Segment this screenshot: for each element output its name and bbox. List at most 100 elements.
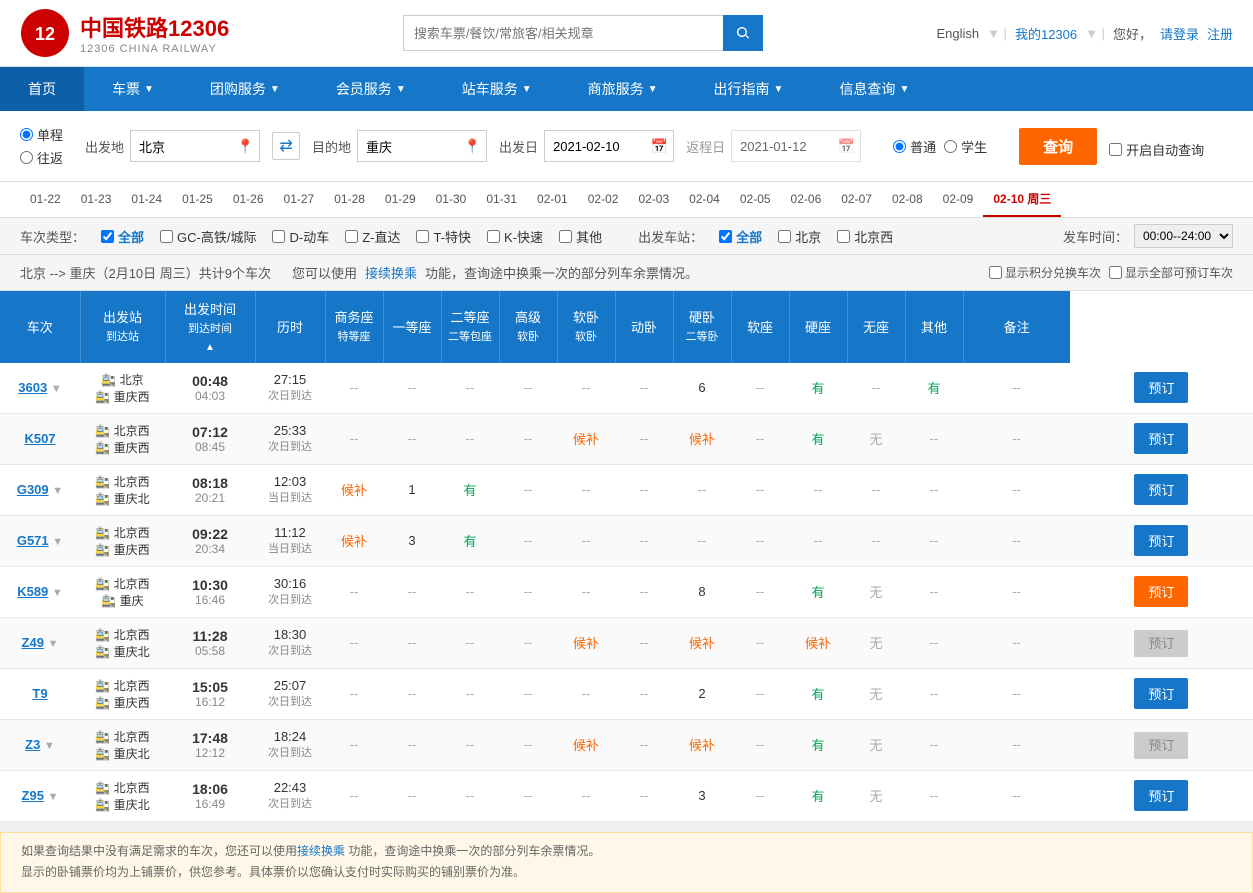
date-tab-0128[interactable]: 01-28: [324, 184, 375, 216]
date-tab-0125[interactable]: 01-25: [172, 184, 223, 216]
to-input[interactable]: [357, 130, 487, 162]
time-select[interactable]: 00:00--24:00: [1134, 224, 1233, 248]
result-options: 显示积分兑换车次 显示全部可预订车次: [989, 264, 1233, 281]
train-number[interactable]: Z49: [22, 635, 44, 650]
train-number[interactable]: G571: [17, 533, 49, 548]
date-tab-0209[interactable]: 02-09: [933, 184, 984, 216]
auto-query-checkbox[interactable]: 开启自动查询: [1109, 140, 1204, 159]
shang-col: --: [325, 668, 383, 719]
chevron-down-icon[interactable]: ▼: [48, 638, 59, 650]
transfer-link[interactable]: 接续换乘: [365, 263, 417, 282]
dong-col: --: [615, 363, 673, 414]
filter-t[interactable]: T-特快: [416, 227, 471, 246]
chevron-down-icon[interactable]: ▼: [52, 587, 63, 599]
nav-item-info[interactable]: 信息查询 ▼: [811, 67, 937, 111]
book-button[interactable]: 预订: [1134, 372, 1188, 403]
language-selector[interactable]: English: [936, 26, 979, 41]
tip-post: 功能，查询途中换乘一次的部分列车余票情况。: [425, 263, 698, 282]
date-tab-0208[interactable]: 02-08: [882, 184, 933, 216]
student-ticket-radio[interactable]: 学生: [944, 137, 987, 156]
high-soft-col: --: [499, 566, 557, 617]
filter-beijingxi[interactable]: 北京西: [837, 227, 893, 246]
remark-col: --: [963, 719, 1070, 770]
chevron-down-icon[interactable]: ▼: [51, 383, 62, 395]
register-link[interactable]: 注册: [1207, 24, 1233, 43]
book-button[interactable]: 预订: [1134, 525, 1188, 556]
date-tab-0129[interactable]: 01-29: [375, 184, 426, 216]
one-way-radio[interactable]: 单程: [20, 125, 63, 144]
filter-other[interactable]: 其他: [559, 227, 602, 246]
dong-col: --: [615, 464, 673, 515]
date-tab-0131[interactable]: 01-31: [476, 184, 527, 216]
book-button[interactable]: 预订: [1134, 678, 1188, 709]
th-duration[interactable]: 历时: [255, 291, 325, 363]
chevron-down-icon: ▼: [144, 84, 154, 95]
normal-ticket-radio[interactable]: 普通: [893, 137, 936, 156]
show-transfer-checkbox[interactable]: 显示积分兑换车次: [989, 264, 1101, 281]
chevron-down-icon[interactable]: ▼: [52, 536, 63, 548]
date-tab-0122[interactable]: 01-22: [20, 184, 71, 216]
shang-col: 候补: [325, 464, 383, 515]
nav-item-business[interactable]: 商旅服务 ▼: [560, 67, 686, 111]
train-number[interactable]: T9: [32, 686, 47, 701]
chevron-down-icon[interactable]: ▼: [48, 791, 59, 803]
train-number[interactable]: 3603: [18, 380, 47, 395]
filter-all-stations[interactable]: 全部: [719, 227, 762, 246]
date-tab-0205[interactable]: 02-05: [730, 184, 781, 216]
date-tab-0123[interactable]: 01-23: [71, 184, 122, 216]
login-link[interactable]: 请登录: [1160, 24, 1199, 43]
filter-all-trains[interactable]: 全部: [101, 227, 144, 246]
duration-col: 27:15 次日到达: [255, 363, 325, 414]
date-tab-0207[interactable]: 02-07: [831, 184, 882, 216]
filter-z[interactable]: Z-直达: [345, 227, 400, 246]
footer-transfer-link[interactable]: 接续换乘: [297, 844, 345, 858]
depart-input[interactable]: [544, 130, 674, 162]
remark-col: --: [963, 617, 1070, 668]
train-number[interactable]: Z95: [22, 788, 44, 803]
date-tab-0130[interactable]: 01-30: [426, 184, 477, 216]
date-tab-0202[interactable]: 02-02: [578, 184, 629, 216]
train-number[interactable]: K507: [24, 431, 55, 446]
filter-gc[interactable]: GC-高铁/城际: [160, 227, 256, 246]
hard-bed2-col: 3: [673, 770, 731, 821]
query-button[interactable]: 查询: [1019, 128, 1097, 165]
filter-k[interactable]: K-快速: [487, 227, 543, 246]
my-account-link[interactable]: 我的12306: [1015, 24, 1077, 43]
date-tab-0203[interactable]: 02-03: [628, 184, 679, 216]
book-button[interactable]: 预订: [1134, 780, 1188, 811]
train-number[interactable]: Z3: [25, 737, 40, 752]
round-trip-radio[interactable]: 往返: [20, 148, 63, 167]
date-tab-0206[interactable]: 02-06: [781, 184, 832, 216]
filter-d[interactable]: D-动车: [272, 227, 329, 246]
search-button[interactable]: [723, 15, 763, 51]
train-number[interactable]: G309: [17, 482, 49, 497]
date-tab-0127[interactable]: 01-27: [274, 184, 325, 216]
date-tab-0126[interactable]: 01-26: [223, 184, 274, 216]
chevron-down-icon[interactable]: ▼: [52, 485, 63, 497]
date-tab-0201[interactable]: 02-01: [527, 184, 578, 216]
book-button[interactable]: 预订: [1134, 423, 1188, 454]
route-text: 北京 --> 重庆（2月10日 周三）共计9个车次: [20, 263, 271, 282]
filter-beijing[interactable]: 北京: [778, 227, 821, 246]
book-button[interactable]: 预订: [1134, 576, 1188, 607]
nav-item-tickets[interactable]: 车票 ▼: [84, 67, 182, 111]
from-input[interactable]: [130, 130, 260, 162]
nav-item-guide[interactable]: 出行指南 ▼: [686, 67, 812, 111]
nav-item-group[interactable]: 团购服务 ▼: [182, 67, 308, 111]
first-col: --: [383, 566, 441, 617]
date-tab-0124[interactable]: 01-24: [121, 184, 172, 216]
th-time[interactable]: 出发时间到达时间: [165, 291, 255, 363]
date-tab-0210[interactable]: 02-10 周三: [983, 182, 1061, 217]
book-button[interactable]: 预订: [1134, 474, 1188, 505]
chevron-down-icon[interactable]: ▼: [44, 740, 55, 752]
search-input[interactable]: [403, 15, 723, 51]
nav-item-home[interactable]: 首页: [0, 67, 84, 111]
return-input[interactable]: [731, 130, 861, 162]
nav-item-station[interactable]: 站车服务 ▼: [434, 67, 560, 111]
swap-button[interactable]: ⇄: [272, 132, 300, 160]
date-tab-0204[interactable]: 02-04: [679, 184, 730, 216]
show-all-checkbox[interactable]: 显示全部可预订车次: [1109, 264, 1233, 281]
station-col: 🚉 北京 🚉 重庆西: [80, 363, 165, 414]
train-number[interactable]: K589: [17, 584, 48, 599]
nav-item-member[interactable]: 会员服务 ▼: [308, 67, 434, 111]
